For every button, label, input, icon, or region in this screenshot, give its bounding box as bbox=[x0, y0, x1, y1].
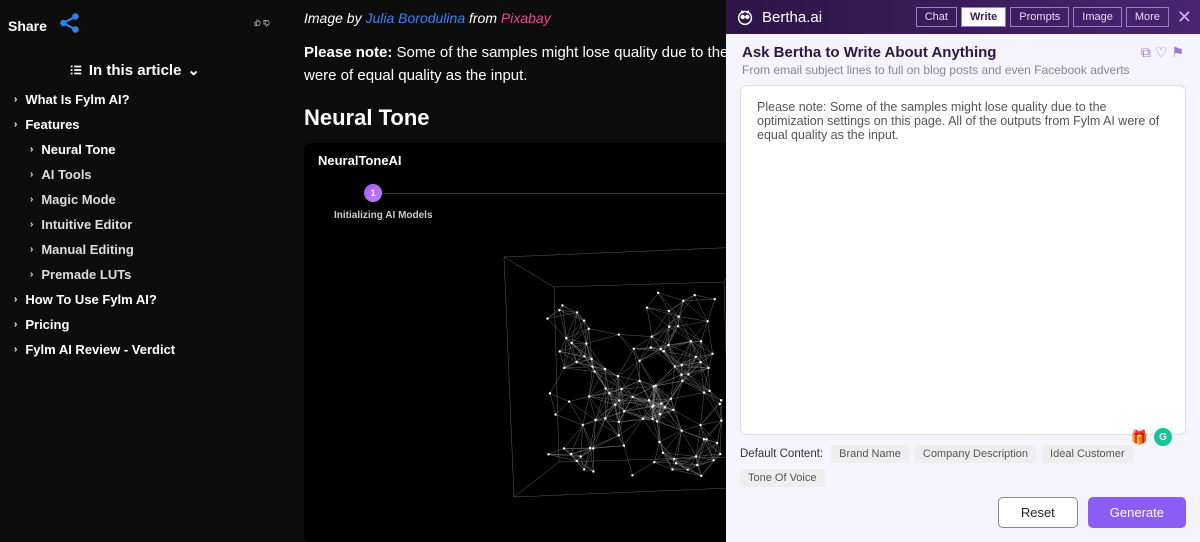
tab-prompts[interactable]: Prompts bbox=[1010, 7, 1069, 27]
share-label: Share bbox=[8, 18, 47, 34]
bertha-topbar: Bertha.ai Chat Write Prompts Image More … bbox=[726, 0, 1200, 34]
flag-icon[interactable]: ⚑ bbox=[1171, 44, 1184, 61]
share-icon[interactable] bbox=[57, 10, 83, 41]
grammarly-icon[interactable]: G bbox=[1154, 428, 1172, 446]
copy-icon[interactable]: ⧉ bbox=[1141, 44, 1151, 61]
chip-ideal-customer[interactable]: Ideal Customer bbox=[1042, 445, 1133, 463]
author-link[interactable]: Julia Borodulina bbox=[365, 10, 465, 26]
toc-subitem[interactable]: ›Manual Editing bbox=[8, 237, 290, 262]
gift-icon[interactable]: 🎁 bbox=[1131, 429, 1148, 446]
bertha-logo-icon bbox=[734, 6, 756, 28]
step-1-label: Initializing AI Models bbox=[334, 210, 433, 221]
tab-chat[interactable]: Chat bbox=[916, 7, 957, 27]
tab-write[interactable]: Write bbox=[961, 7, 1006, 27]
chip-company-description[interactable]: Company Description bbox=[915, 445, 1036, 463]
bertha-title: Ask Bertha to Write About Anything bbox=[742, 44, 1141, 61]
toc-item[interactable]: ›What Is Fylm AI? bbox=[8, 87, 290, 112]
source-link[interactable]: Pixabay bbox=[501, 10, 551, 26]
toc-subitem[interactable]: ›Premade LUTs bbox=[8, 262, 290, 287]
toc-list: ›What Is Fylm AI? ›Features ›Neural Tone… bbox=[8, 87, 290, 362]
sidebar: Share In this article ⌄ ›What Is Fylm AI… bbox=[0, 0, 290, 542]
chevron-down-icon: ⌄ bbox=[187, 61, 200, 79]
heart-icon[interactable]: ♡ bbox=[1155, 44, 1168, 61]
reset-button[interactable]: Reset bbox=[998, 497, 1078, 528]
chip-brand-name[interactable]: Brand Name bbox=[831, 445, 909, 463]
generate-button[interactable]: Generate bbox=[1088, 497, 1186, 528]
bertha-panel: Bertha.ai Chat Write Prompts Image More … bbox=[726, 0, 1200, 542]
toc-item[interactable]: ›Features bbox=[8, 112, 290, 137]
step-1-dot: 1 bbox=[364, 184, 382, 202]
toc-subitem[interactable]: ›Neural Tone bbox=[8, 137, 290, 162]
tab-more[interactable]: More bbox=[1126, 7, 1169, 27]
toc-item[interactable]: ›Pricing bbox=[8, 312, 290, 337]
default-content-row: Default Content: Brand Name Company Desc… bbox=[726, 435, 1200, 487]
chip-tone-of-voice[interactable]: Tone Of Voice bbox=[740, 469, 825, 487]
tab-image[interactable]: Image bbox=[1073, 7, 1122, 27]
toc-subitem[interactable]: ›AI Tools bbox=[8, 162, 290, 187]
toc-subitem[interactable]: ›Intuitive Editor bbox=[8, 212, 290, 237]
toc-subitem[interactable]: ›Magic Mode bbox=[8, 187, 290, 212]
close-icon[interactable]: ✕ bbox=[1177, 7, 1192, 28]
bertha-textarea[interactable] bbox=[740, 85, 1186, 435]
toc-header[interactable]: In this article ⌄ bbox=[8, 61, 290, 79]
list-icon bbox=[69, 63, 83, 77]
toc-item[interactable]: ›Fylm AI Review - Verdict bbox=[8, 337, 290, 362]
toc-item[interactable]: ›How To Use Fylm AI? bbox=[8, 287, 290, 312]
bertha-brand: Bertha.ai bbox=[734, 6, 916, 28]
bertha-subtitle: From email subject lines to full on blog… bbox=[742, 63, 1141, 77]
feedback-thumbs[interactable] bbox=[254, 14, 272, 37]
